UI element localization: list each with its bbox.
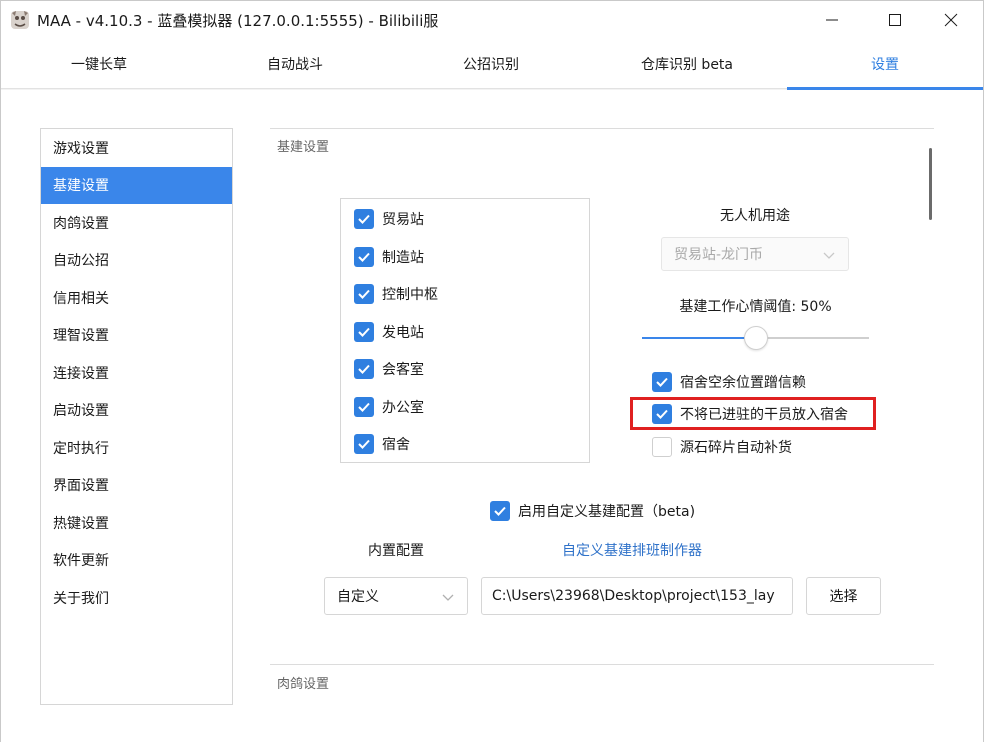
sidebar-item-credit[interactable]: 信用相关 (41, 279, 232, 317)
section-divider (270, 664, 934, 665)
chevron-down-icon (823, 252, 835, 259)
facility-label: 办公室 (382, 399, 424, 416)
sidebar-item-about[interactable]: 关于我们 (41, 579, 232, 617)
maximize-icon (889, 14, 901, 26)
sidebar-item-interface[interactable]: 界面设置 (41, 467, 232, 505)
tab-depot[interactable]: 仓库识别 beta (589, 39, 785, 89)
facility-item-power[interactable]: 发电站 (354, 320, 424, 344)
checkbox-unchecked-icon[interactable] (652, 437, 672, 457)
checkbox-checked-icon[interactable] (354, 246, 374, 267)
sidebar-item-game[interactable]: 游戏设置 (41, 129, 232, 167)
minimize-icon (826, 19, 838, 21)
option-dorm-trust[interactable]: 宿舍空余位置蹭信赖 (652, 370, 806, 394)
title-bar[interactable]: MAA - v4.10.3 - 蓝叠模拟器 (127.0.0.1:5555) -… (1, 1, 983, 39)
builtin-config-select[interactable]: 自定义 (324, 577, 468, 615)
slider-thumb[interactable] (743, 326, 768, 350)
facility-item-control[interactable]: 控制中枢 (354, 282, 438, 306)
facility-label: 制造站 (382, 249, 424, 266)
highlight-annotation-box (630, 397, 876, 430)
option-label: 宿舍空余位置蹭信赖 (680, 375, 806, 391)
sidebar-item-recruit[interactable]: 自动公招 (41, 242, 232, 280)
checkbox-checked-icon[interactable] (354, 396, 374, 417)
facility-label: 宿舍 (382, 437, 410, 453)
sidebar-item-hotkey[interactable]: 热键设置 (41, 504, 232, 542)
tab-auto-battle[interactable]: 自动战斗 (197, 39, 393, 89)
facility-item-reception[interactable]: 会客室 (354, 357, 424, 381)
chevron-down-icon (442, 594, 454, 601)
main-tab-bar: 一键长草 自动战斗 公招识别 仓库识别 beta 设置 (1, 39, 983, 90)
drone-usage-label: 无人机用途 (720, 208, 790, 224)
minimize-button[interactable] (809, 1, 855, 39)
section-title-infrastructure: 基建设置 (277, 140, 330, 155)
scrollbar-thumb[interactable] (929, 148, 932, 220)
facility-label: 发电站 (382, 324, 424, 341)
facility-label: 贸易站 (382, 212, 424, 228)
slider-fill (642, 337, 756, 339)
section-title-roguelike: 肉鸽设置 (277, 677, 330, 692)
schedule-editor-link[interactable]: 自定义基建排班制作器 (562, 540, 702, 560)
sidebar-item-infrastructure[interactable]: 基建设置 (41, 166, 232, 204)
facility-list: 贸易站 制造站 控制中枢 发电站 会客室 办公室 宿舍 (340, 198, 590, 463)
settings-sidebar: 游戏设置 基建设置 肉鸽设置 自动公招 信用相关 理智设置 连接设置 启动设置 … (40, 128, 233, 705)
maa-app-icon (11, 11, 29, 29)
sidebar-item-sanity[interactable]: 理智设置 (41, 317, 232, 355)
checkbox-checked-icon[interactable] (490, 501, 510, 521)
sidebar-item-update[interactable]: 软件更新 (41, 542, 232, 580)
checkbox-checked-icon[interactable] (354, 321, 374, 342)
config-path-input[interactable]: C:\Users\23968\Desktop\project\153_lay (481, 577, 793, 615)
facility-label: 控制中枢 (382, 287, 438, 303)
sidebar-item-startup[interactable]: 启动设置 (41, 392, 232, 430)
mood-threshold-label: 基建工作心情阈值: 50% (679, 299, 832, 315)
checkbox-checked-icon[interactable] (354, 359, 374, 379)
option-label: 源石碎片自动补货 (680, 440, 792, 456)
window-title: MAA - v4.10.3 - 蓝叠模拟器 (127.0.0.1:5555) -… (37, 12, 439, 30)
option-originium-restock[interactable]: 源石碎片自动补货 (652, 435, 792, 459)
facility-label: 会客室 (382, 362, 424, 378)
builtin-config-value: 自定义 (337, 589, 379, 605)
facility-item-manufacture[interactable]: 制造站 (354, 245, 424, 269)
checkbox-checked-icon[interactable] (354, 434, 374, 454)
close-icon (944, 13, 958, 27)
facility-item-office[interactable]: 办公室 (354, 395, 424, 419)
tab-recruit[interactable]: 公招识别 (393, 39, 589, 89)
checkbox-checked-icon[interactable] (354, 209, 374, 229)
maximize-button[interactable] (872, 1, 918, 39)
drone-usage-select[interactable]: 贸易站-龙门币 (661, 237, 849, 271)
sidebar-item-schedule[interactable]: 定时执行 (41, 429, 232, 467)
tab-one-click[interactable]: 一键长草 (1, 39, 197, 89)
sidebar-item-roguelike[interactable]: 肉鸽设置 (41, 204, 232, 242)
app-window: MAA - v4.10.3 - 蓝叠模拟器 (127.0.0.1:5555) -… (0, 0, 984, 742)
checkbox-checked-icon[interactable] (652, 372, 672, 392)
sidebar-item-connection[interactable]: 连接设置 (41, 354, 232, 392)
facility-item-trading[interactable]: 贸易站 (354, 207, 424, 231)
checkbox-checked-icon[interactable] (354, 284, 374, 304)
custom-infrastructure-label: 启用自定义基建配置（beta) (518, 504, 696, 520)
mood-threshold-slider[interactable] (642, 326, 869, 350)
close-button[interactable] (928, 1, 974, 39)
tab-settings[interactable]: 设置 (787, 39, 983, 90)
section-divider (270, 128, 934, 129)
custom-infrastructure-toggle[interactable]: 启用自定义基建配置（beta) (490, 499, 695, 523)
builtin-config-label: 内置配置 (368, 543, 424, 559)
facility-item-dorm[interactable]: 宿舍 (354, 432, 410, 456)
drone-usage-value: 贸易站-龙门币 (674, 247, 764, 263)
choose-file-button[interactable]: 选择 (806, 577, 881, 615)
settings-content: 游戏设置 基建设置 肉鸽设置 自动公招 信用相关 理智设置 连接设置 启动设置 … (1, 90, 983, 742)
